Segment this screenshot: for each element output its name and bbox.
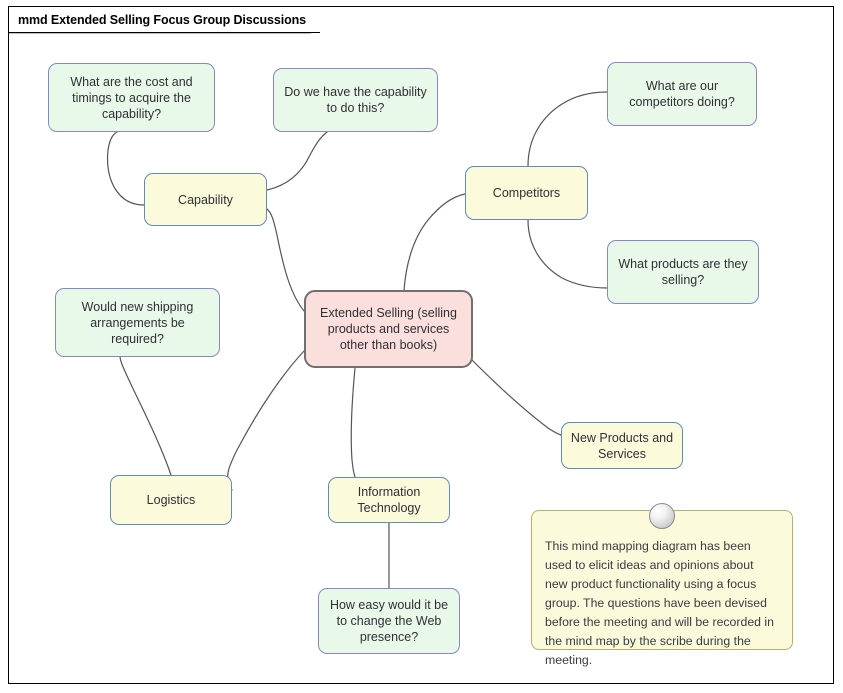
note-text: This mind mapping diagram has been used … bbox=[545, 539, 774, 668]
question-node-label: Would new shipping arrangements be requi… bbox=[81, 299, 194, 346]
question-node-cost-timings[interactable]: What are the cost and timings to acquire… bbox=[48, 63, 215, 132]
question-node-label: How easy would it be to change the Web p… bbox=[329, 598, 449, 644]
branch-node-competitors[interactable]: Competitors bbox=[465, 166, 588, 220]
branch-node-new-products[interactable]: New Products and Services bbox=[561, 422, 683, 469]
center-node-extended-selling[interactable]: Extended Selling (selling products and s… bbox=[304, 290, 473, 368]
question-node-shipping-arrangements[interactable]: Would new shipping arrangements be requi… bbox=[55, 288, 220, 357]
diagram-canvas: mmd Extended Selling Focus Group Discuss… bbox=[0, 0, 843, 693]
frame-title-tab: mmd Extended Selling Focus Group Discuss… bbox=[8, 6, 333, 32]
diagram-note[interactable]: This mind mapping diagram has been used … bbox=[531, 510, 793, 667]
branch-node-label: Capability bbox=[178, 192, 233, 207]
question-node-label: What are our competitors doing? bbox=[629, 79, 735, 109]
question-node-competitors-doing[interactable]: What are our competitors doing? bbox=[607, 62, 757, 126]
note-pin-icon bbox=[649, 503, 675, 529]
question-node-label: Do we have the capability to do this? bbox=[284, 85, 427, 115]
branch-node-label: Logistics bbox=[146, 493, 196, 507]
center-node-label: Extended Selling (selling products and s… bbox=[320, 306, 457, 352]
branch-node-logistics[interactable]: Logistics bbox=[110, 475, 232, 525]
question-node-label: What are the cost and timings to acquire… bbox=[70, 74, 193, 121]
frame-title-text: mmd Extended Selling Focus Group Discuss… bbox=[18, 12, 307, 27]
branch-node-label: Information Technology bbox=[357, 485, 421, 515]
question-node-label: What products are they selling? bbox=[618, 257, 748, 287]
question-node-have-capability[interactable]: Do we have the capability to do this? bbox=[273, 68, 438, 132]
question-node-products-selling[interactable]: What products are they selling? bbox=[607, 240, 759, 304]
branch-node-capability[interactable]: Capability bbox=[144, 173, 267, 226]
question-node-web-presence[interactable]: How easy would it be to change the Web p… bbox=[318, 588, 460, 654]
branch-node-label: New Products and Services bbox=[570, 430, 674, 461]
branch-node-label: Competitors bbox=[492, 186, 561, 200]
branch-node-information-technology[interactable]: Information Technology bbox=[328, 477, 450, 523]
